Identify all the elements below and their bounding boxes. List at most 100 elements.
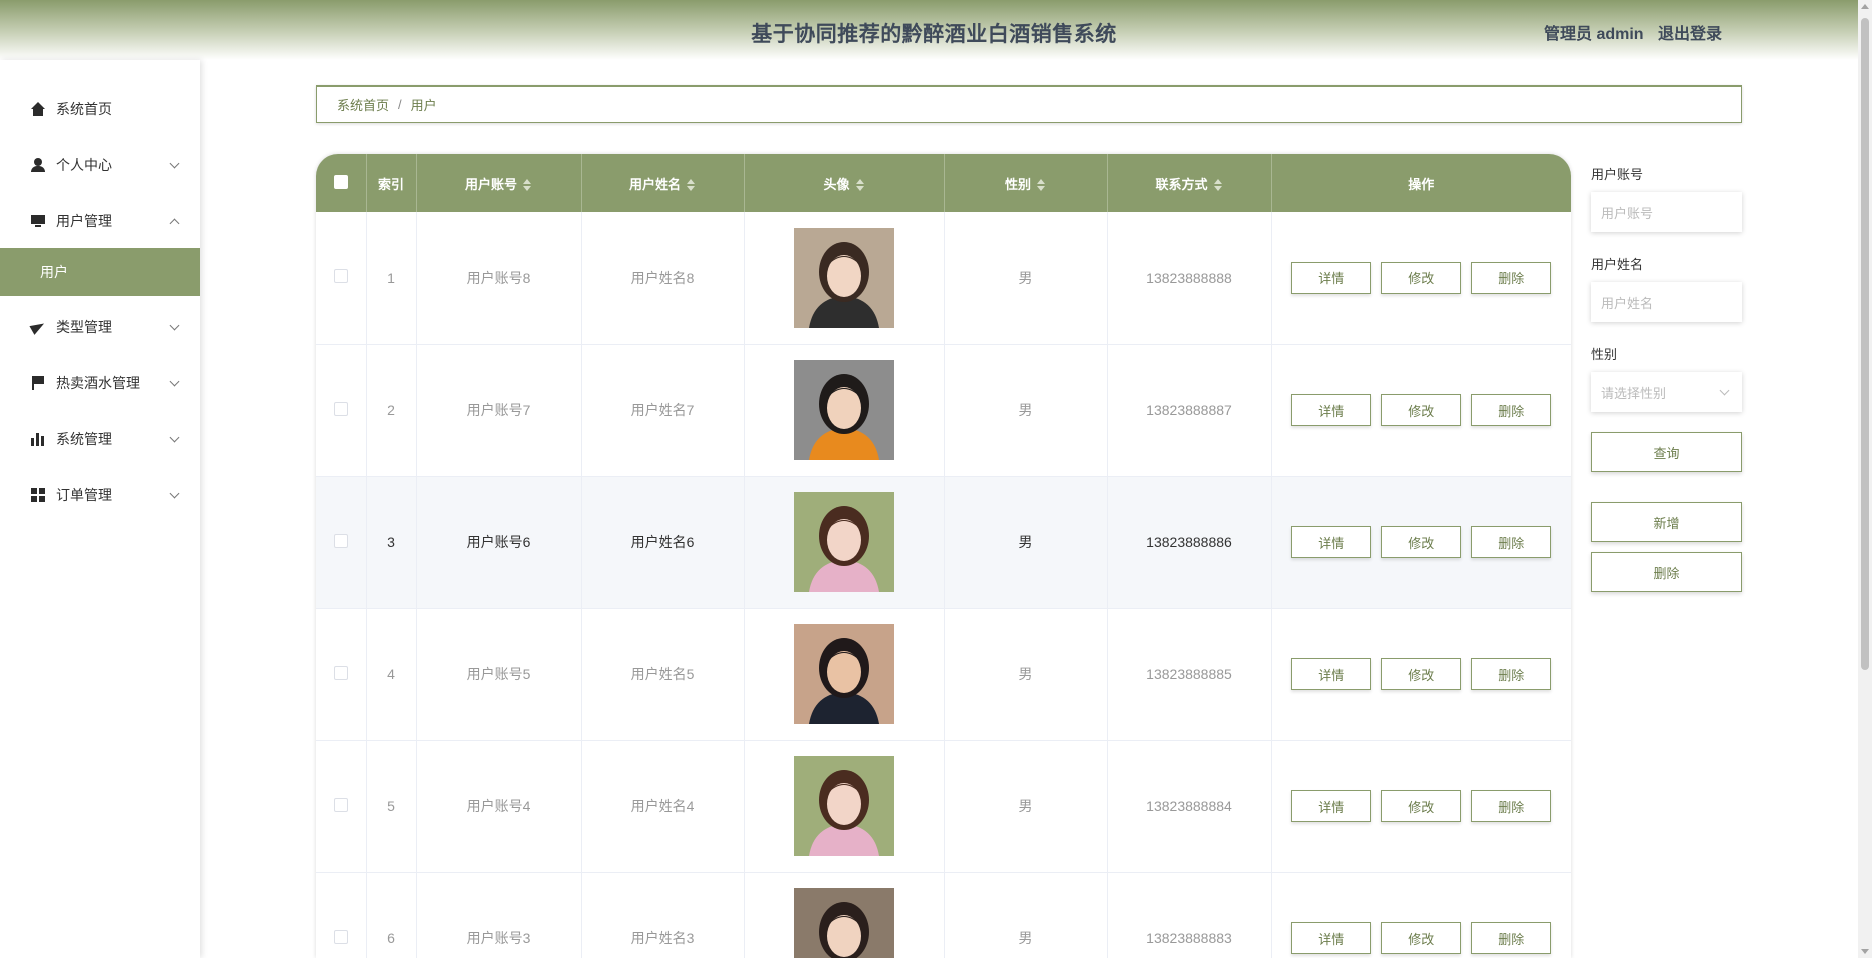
row-account: 用户账号8 — [416, 212, 582, 345]
row-select-cell[interactable] — [316, 212, 367, 345]
edit-button[interactable]: 修改 — [1381, 658, 1462, 690]
sidebar-subitem-users[interactable]: 用户 — [0, 248, 200, 296]
table-row[interactable]: 4 用户账号5 用户姓名5 男 13823888885 详情 修改 删除 — [316, 608, 1571, 741]
column-header-label: 头像 — [823, 176, 850, 192]
gender-select[interactable]: 请选择性别 — [1591, 372, 1742, 412]
sort-icon[interactable] — [687, 179, 696, 192]
row-checkbox[interactable] — [333, 665, 348, 680]
edit-button[interactable]: 修改 — [1381, 922, 1462, 954]
row-checkbox[interactable] — [333, 401, 348, 416]
breadcrumb-home[interactable]: 系统首页 — [337, 95, 389, 114]
row-checkbox[interactable] — [333, 533, 348, 548]
row-checkbox[interactable] — [333, 269, 348, 284]
row-gender: 男 — [944, 212, 1108, 345]
delete-button[interactable]: 删除 — [1471, 261, 1552, 294]
scrollbar-thumb[interactable] — [1861, 18, 1869, 670]
row-gender: 男 — [944, 344, 1108, 477]
sort-icon[interactable] — [855, 179, 865, 192]
name-search-input[interactable]: 用户姓名 — [1591, 282, 1742, 322]
detail-button[interactable]: 详情 — [1291, 526, 1372, 558]
sidebar-item-user-management[interactable]: 用户管理 — [0, 201, 200, 241]
row-select-cell[interactable] — [316, 872, 367, 958]
delete-button[interactable]: 删除 — [1471, 658, 1552, 690]
name-filter-label: 用户姓名 — [1591, 257, 1644, 272]
query-button[interactable]: 查询 — [1591, 432, 1742, 472]
table-row[interactable]: 1 用户账号8 用户姓名8 男 13823888888 详情 修改 删除 — [316, 212, 1571, 345]
batch-delete-button[interactable]: 删除 — [1591, 552, 1742, 592]
edit-button[interactable]: 修改 — [1381, 261, 1462, 294]
row-gender: 男 — [944, 740, 1108, 873]
column-header-phone[interactable]: 联系方式 — [1107, 154, 1272, 212]
row-actions: 详情 修改 删除 — [1271, 608, 1571, 741]
column-header-gender[interactable]: 性别 — [944, 154, 1108, 212]
sidebar-item-orders[interactable]: 订单管理 — [0, 475, 200, 515]
row-select-cell[interactable] — [316, 740, 367, 873]
chevron-down-icon — [169, 158, 180, 169]
account-filter-label: 用户账号 — [1591, 167, 1644, 182]
select-all-checkbox[interactable] — [333, 174, 348, 189]
table-row[interactable]: 5 用户账号4 用户姓名4 男 13823888884 详情 修改 删除 — [316, 740, 1571, 873]
column-header-avatar[interactable]: 头像 — [744, 154, 945, 212]
scroll-down-arrow-icon[interactable] — [1861, 949, 1869, 954]
table-row[interactable]: 6 用户账号3 用户姓名3 男 13823888883 详情 修改 删除 — [316, 872, 1571, 958]
add-button[interactable]: 新增 — [1591, 502, 1742, 542]
sort-icon[interactable] — [1213, 179, 1223, 192]
sort-icon[interactable] — [1037, 179, 1046, 192]
row-index: 4 — [366, 608, 417, 741]
column-header-name[interactable]: 用户姓名 — [581, 154, 745, 212]
row-index: 5 — [366, 740, 417, 873]
row-actions: 详情 修改 删除 — [1271, 740, 1571, 873]
chevron-down-icon — [169, 432, 180, 443]
sidebar-item-type-management[interactable]: 类型管理 — [0, 307, 200, 347]
table-header-row: 索引 用户账号 用户姓名 头像 性别 联系方式 操作 — [316, 154, 1571, 212]
chevron-down-icon — [169, 488, 180, 499]
select-all-cell[interactable] — [316, 154, 367, 212]
sidebar-item-profile[interactable]: 个人中心 — [0, 145, 200, 185]
account-search-input[interactable]: 用户账号 — [1591, 192, 1742, 232]
row-select-cell[interactable] — [316, 344, 367, 477]
edit-button[interactable]: 修改 — [1381, 526, 1462, 558]
detail-button[interactable]: 详情 — [1291, 261, 1372, 294]
row-name: 用户姓名6 — [581, 476, 745, 609]
table-row[interactable]: 3 用户账号6 用户姓名6 男 13823888886 详情 修改 删除 — [316, 476, 1571, 609]
logout-link[interactable]: 退出登录 — [1658, 20, 1722, 44]
column-header-label: 联系方式 — [1155, 176, 1208, 192]
breadcrumb: 系统首页 / 用户 — [316, 85, 1742, 123]
row-checkbox[interactable] — [333, 929, 348, 944]
sidebar-item-system[interactable]: 系统管理 — [0, 419, 200, 459]
sidebar-item-hot-liquor[interactable]: 热卖酒水管理 — [0, 363, 200, 403]
chevron-up-icon — [169, 218, 180, 229]
row-checkbox[interactable] — [333, 797, 348, 812]
detail-button[interactable]: 详情 — [1291, 922, 1372, 954]
row-select-cell[interactable] — [316, 608, 367, 741]
user-avatar-image — [794, 888, 894, 958]
row-phone: 13823888883 — [1107, 872, 1272, 958]
row-name: 用户姓名7 — [581, 344, 745, 477]
user-avatar-image — [794, 227, 894, 328]
page-scrollbar[interactable] — [1858, 0, 1872, 958]
detail-button[interactable]: 详情 — [1291, 658, 1372, 690]
row-select-cell[interactable] — [316, 476, 367, 609]
table-row[interactable]: 2 用户账号7 用户姓名7 男 13823888887 详情 修改 删除 — [316, 344, 1571, 477]
detail-button[interactable]: 详情 — [1291, 394, 1372, 426]
row-actions: 详情 修改 删除 — [1271, 344, 1571, 477]
row-actions: 详情 修改 删除 — [1271, 476, 1571, 609]
delete-button[interactable]: 删除 — [1471, 790, 1552, 822]
delete-button[interactable]: 删除 — [1471, 394, 1552, 426]
delete-button[interactable]: 删除 — [1471, 526, 1552, 558]
row-index: 1 — [366, 212, 417, 345]
row-avatar — [744, 872, 945, 958]
gender-filter-label: 性别 — [1591, 347, 1618, 362]
sidebar-item-label: 热卖酒水管理 — [56, 375, 140, 391]
user-table: 索引 用户账号 用户姓名 头像 性别 联系方式 操作 1 用户账号8 用户姓名8 男 1… — [316, 154, 1571, 958]
delete-button[interactable]: 删除 — [1471, 922, 1552, 954]
sort-icon[interactable] — [523, 179, 532, 192]
sidebar-item-home[interactable]: 系统首页 — [0, 89, 200, 129]
detail-button[interactable]: 详情 — [1291, 790, 1372, 822]
edit-button[interactable]: 修改 — [1381, 394, 1462, 426]
row-name: 用户姓名8 — [581, 212, 745, 345]
column-header-account[interactable]: 用户账号 — [416, 154, 582, 212]
edit-button[interactable]: 修改 — [1381, 790, 1462, 822]
row-index: 2 — [366, 344, 417, 477]
scroll-up-arrow-icon[interactable] — [1861, 4, 1869, 9]
